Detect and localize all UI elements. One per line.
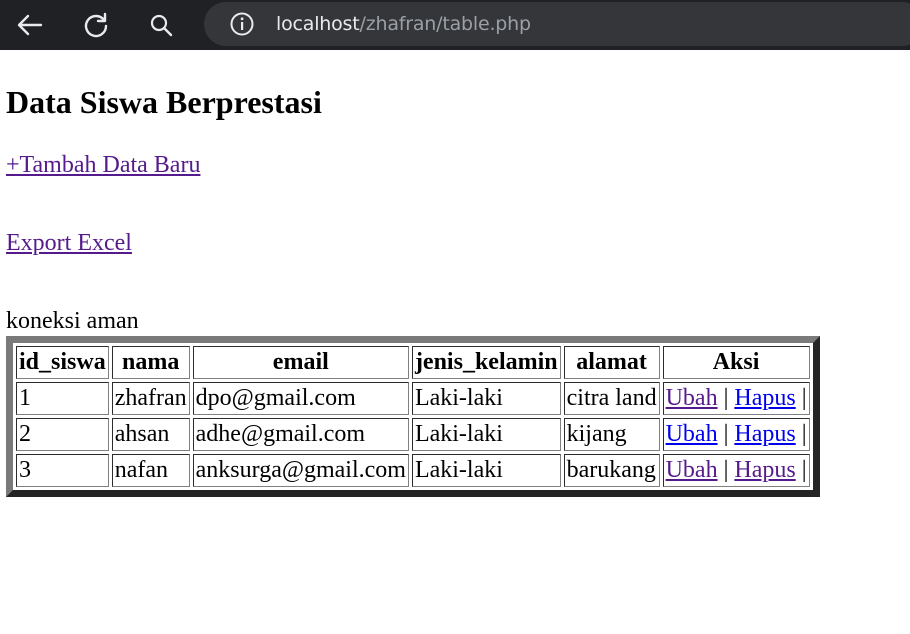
table-row: 2 ahsan adhe@gmail.com Laki-laki kijang … (16, 418, 810, 451)
cell-aksi: Ubah | Hapus | (662, 418, 810, 451)
reload-icon[interactable] (79, 8, 113, 42)
delete-link[interactable]: Hapus (734, 421, 795, 447)
site-info-icon[interactable] (230, 12, 254, 36)
cell-aksi: Ubah | Hapus | (662, 454, 810, 487)
cell-id-siswa: 3 (16, 454, 109, 487)
header-email: email (192, 346, 409, 379)
cell-email: dpo@gmail.com (192, 382, 409, 415)
cell-id-siswa: 2 (16, 418, 109, 451)
edit-link[interactable]: Ubah (666, 421, 718, 447)
header-id-siswa: id_siswa (16, 346, 109, 379)
separator: | (723, 457, 729, 483)
header-jenis-kelamin: jenis_kelamin (411, 346, 561, 379)
cell-nama: nafan (111, 454, 190, 487)
student-table: id_siswa nama email jenis_kelamin alamat… (6, 336, 820, 497)
connection-status-text: koneksi aman (6, 308, 139, 334)
url-host: localhost (276, 13, 360, 35)
separator: | (801, 385, 807, 411)
browser-toolbar: localhost/zhafran/table.php (0, 0, 910, 50)
cell-alamat: kijang (563, 418, 660, 451)
delete-link[interactable]: Hapus (734, 385, 795, 411)
cell-jenis-kelamin: Laki-laki (411, 454, 561, 487)
cell-id-siswa: 1 (16, 382, 109, 415)
table-row: 1 zhafran dpo@gmail.com Laki-laki citra … (16, 382, 810, 415)
cell-jenis-kelamin: Laki-laki (411, 382, 561, 415)
separator: | (723, 421, 729, 447)
cell-email: anksurga@gmail.com (192, 454, 409, 487)
cell-alamat: citra land (563, 382, 660, 415)
edit-link[interactable]: Ubah (666, 385, 718, 411)
table-row: 3 nafan anksurga@gmail.com Laki-laki bar… (16, 454, 810, 487)
table-header-row: id_siswa nama email jenis_kelamin alamat… (16, 346, 810, 379)
address-bar[interactable]: localhost/zhafran/table.php (204, 2, 910, 46)
header-nama: nama (111, 346, 190, 379)
add-data-link[interactable]: +Tambah Data Baru (6, 152, 200, 179)
cell-jenis-kelamin: Laki-laki (411, 418, 561, 451)
export-excel-link[interactable]: Export Excel (6, 230, 132, 257)
page-title: Data Siswa Berprestasi (6, 84, 322, 120)
page-content: Data Siswa Berprestasi +Tambah Data Baru… (0, 50, 910, 634)
edit-link[interactable]: Ubah (666, 457, 718, 483)
delete-link[interactable]: Hapus (734, 457, 795, 483)
separator: | (723, 385, 729, 411)
header-alamat: alamat (563, 346, 660, 379)
separator: | (801, 421, 807, 447)
url-path: /zhafran/table.php (359, 13, 532, 35)
url-text[interactable]: localhost/zhafran/table.php (276, 13, 531, 35)
back-icon[interactable] (13, 8, 47, 42)
cell-alamat: barukang (563, 454, 660, 487)
header-aksi: Aksi (662, 346, 810, 379)
cell-aksi: Ubah | Hapus | (662, 382, 810, 415)
cell-email: adhe@gmail.com (192, 418, 409, 451)
search-icon[interactable] (144, 8, 178, 42)
separator: | (801, 457, 807, 483)
cell-nama: ahsan (111, 418, 190, 451)
cell-nama: zhafran (111, 382, 190, 415)
